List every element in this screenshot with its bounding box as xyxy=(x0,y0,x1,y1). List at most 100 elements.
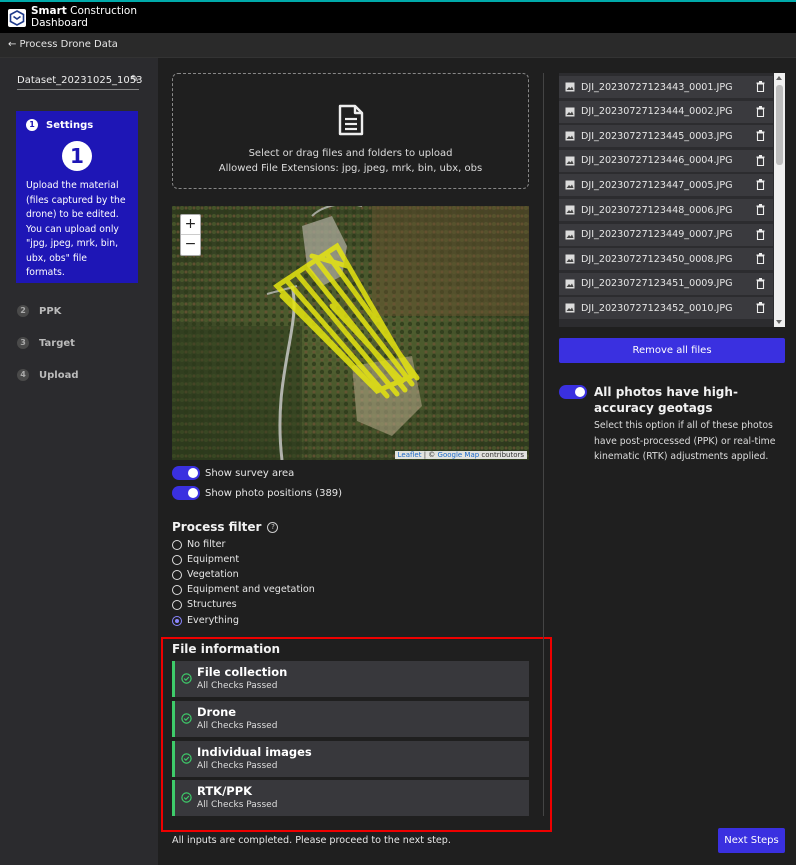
filter-option-no-filter[interactable]: No filter xyxy=(172,539,225,550)
check-circle-icon xyxy=(181,713,192,724)
leaflet-link[interactable]: Leaflet xyxy=(398,451,422,459)
attribution-tail: contributors xyxy=(479,451,524,459)
trash-icon[interactable] xyxy=(756,179,765,191)
remove-all-files-button[interactable]: Remove all files xyxy=(559,338,785,363)
trash-icon[interactable] xyxy=(756,228,765,240)
check-status: All Checks Passed xyxy=(197,681,278,691)
completion-message: All inputs are completed. Please proceed… xyxy=(172,835,451,846)
map-zoom-control: + − xyxy=(180,214,201,256)
check-status: All Checks Passed xyxy=(197,761,278,771)
back-link[interactable]: ← Process Drone Data xyxy=(8,39,118,50)
trash-icon[interactable] xyxy=(756,253,765,265)
filter-option-label: Vegetation xyxy=(187,569,239,580)
step-number-badge: 1 xyxy=(26,119,38,131)
check-card-file-collection[interactable]: File collection All Checks Passed xyxy=(172,661,529,697)
sidebar-step-target[interactable]: 3 Target xyxy=(17,337,75,349)
radio-button-selected[interactable] xyxy=(172,615,182,626)
radio-button[interactable] xyxy=(172,554,182,565)
file-row[interactable]: DJI_20230727123443_0001.JPG xyxy=(559,76,773,98)
survey-area-toggle[interactable] xyxy=(172,466,200,480)
map-attribution: Leaflet | © Google Map contributors xyxy=(394,451,527,459)
file-list-scrollbar[interactable] xyxy=(774,73,785,327)
upload-instruction: Select or drag files and folders to uplo… xyxy=(248,148,453,159)
filter-option-everything[interactable]: Everything xyxy=(172,615,239,626)
dataset-name-field[interactable]: Dataset_20231025_1053 ✎ xyxy=(17,74,143,90)
scroll-thumb[interactable] xyxy=(776,85,783,165)
file-row[interactable]: DJI_20230727123444_0002.JPG xyxy=(559,100,773,123)
sidebar-step-ppk[interactable]: 2 PPK xyxy=(17,305,61,317)
file-row[interactable]: DJI_20230727123445_0003.JPG xyxy=(559,125,773,148)
high-accuracy-geotags-toggle[interactable] xyxy=(559,385,587,399)
geotags-title: All photos have high-accuracy geotags xyxy=(594,385,738,415)
file-name: DJI_20230727123448_0006.JPG xyxy=(581,204,733,216)
check-name: File collection xyxy=(197,665,288,679)
satellite-imagery xyxy=(172,206,529,460)
zoom-in-button[interactable]: + xyxy=(181,215,200,235)
file-row[interactable]: DJI_20230727123446_0004.JPG xyxy=(559,149,773,172)
scroll-up-arrow-icon[interactable] xyxy=(776,76,782,80)
step-number-large: 1 xyxy=(62,141,92,171)
file-name: DJI_20230727123449_0007.JPG xyxy=(581,229,733,241)
photo-positions-toggle[interactable] xyxy=(172,486,200,500)
check-card-rtk-ppk[interactable]: RTK/PPK All Checks Passed xyxy=(172,780,529,816)
trash-icon[interactable] xyxy=(756,130,765,142)
attribution-separator: | © xyxy=(421,451,438,459)
filter-option-equipment[interactable]: Equipment xyxy=(172,554,239,565)
radio-button[interactable] xyxy=(172,584,182,595)
image-file-icon xyxy=(565,205,575,215)
survey-area-toggle-row: Show survey area xyxy=(172,466,294,480)
trash-icon[interactable] xyxy=(756,154,765,166)
radio-button[interactable] xyxy=(172,599,182,610)
file-name: DJI_20230727123451_0009.JPG xyxy=(581,278,733,290)
image-file-icon xyxy=(565,131,575,141)
image-file-icon xyxy=(565,107,575,117)
image-file-icon xyxy=(565,82,575,92)
image-file-icon xyxy=(565,156,575,166)
photo-positions-label: Show photo positions (389) xyxy=(205,487,343,499)
zoom-out-button[interactable]: − xyxy=(181,235,200,255)
file-upload-dropzone[interactable]: Select or drag files and folders to uplo… xyxy=(172,73,529,189)
file-row[interactable]: DJI_20230727123448_0006.JPG xyxy=(559,199,773,221)
help-icon[interactable]: ? xyxy=(267,521,279,533)
app-logo-icon[interactable] xyxy=(8,9,26,27)
next-steps-button[interactable]: Next Steps xyxy=(718,828,785,853)
scroll-down-arrow-icon[interactable] xyxy=(776,320,782,324)
edit-pencil-icon[interactable]: ✎ xyxy=(131,74,139,85)
step-title: Settings xyxy=(46,119,94,131)
filter-option-label: Structures xyxy=(187,599,237,610)
survey-map[interactable]: + − Leaflet | © Google Map contributors xyxy=(172,206,529,460)
dataset-name: Dataset_20231025_1053 xyxy=(17,75,143,86)
file-row[interactable]: DJI_20230727123447_0005.JPG xyxy=(559,174,773,197)
trash-icon[interactable] xyxy=(756,302,765,314)
trash-icon[interactable] xyxy=(756,81,765,92)
active-step-card[interactable]: 1 Settings 1 Upload the material (files … xyxy=(16,111,138,283)
image-file-icon xyxy=(565,279,575,289)
filter-option-vegetation[interactable]: Vegetation xyxy=(172,569,239,580)
trash-icon[interactable] xyxy=(756,277,765,289)
file-row[interactable]: DJI_20230727123451_0009.JPG xyxy=(559,272,773,295)
radio-button[interactable] xyxy=(172,569,182,580)
file-row[interactable]: DJI_20230727123450_0008.JPG xyxy=(559,248,773,271)
file-name: DJI_20230727123447_0005.JPG xyxy=(581,179,733,191)
filter-option-equipment-vegetation[interactable]: Equipment and vegetation xyxy=(172,584,315,595)
trash-icon[interactable] xyxy=(756,105,765,117)
uploaded-file-list[interactable]: DJI_20230727123443_0001.JPG DJI_202307271… xyxy=(559,73,785,327)
file-row[interactable]: DJI_20230727123449_0007.JPG xyxy=(559,223,773,246)
breadcrumb-bar: ← Process Drone Data xyxy=(0,33,796,58)
document-icon xyxy=(338,104,364,136)
check-card-drone[interactable]: Drone All Checks Passed xyxy=(172,701,529,737)
google-map-link[interactable]: Google Map xyxy=(438,451,480,459)
trash-icon[interactable] xyxy=(756,204,765,215)
filter-option-label: Equipment and vegetation xyxy=(187,584,315,595)
step-header: 1 Settings xyxy=(26,119,128,131)
filter-option-structures[interactable]: Structures xyxy=(172,599,237,610)
radio-button[interactable] xyxy=(172,539,182,550)
filter-option-label: Everything xyxy=(187,615,239,626)
geotags-description: Select this option if all of these photo… xyxy=(594,420,776,462)
file-row[interactable]: DJI_20230727123452_0010.JPG xyxy=(559,297,773,320)
allowed-extensions: Allowed File Extensions: jpg, jpeg, mrk,… xyxy=(218,163,483,174)
sidebar-step-upload[interactable]: 4 Upload xyxy=(17,369,78,381)
check-name: Individual images xyxy=(197,745,312,759)
check-card-individual-images[interactable]: Individual images All Checks Passed xyxy=(172,741,529,777)
app-brand[interactable]: Smart Construction Dashboard xyxy=(31,5,137,29)
